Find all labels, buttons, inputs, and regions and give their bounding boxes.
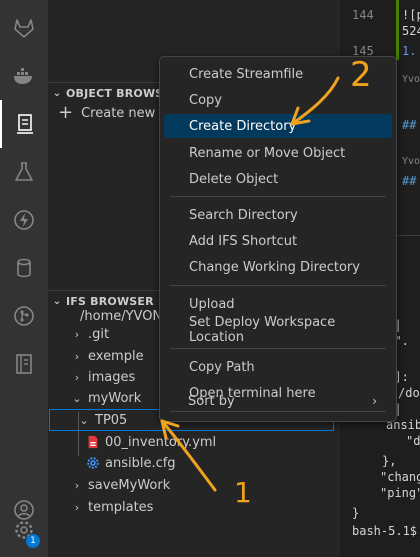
database-icon[interactable] [0, 244, 48, 292]
flask-icon[interactable] [0, 148, 48, 196]
chevron-right-icon: › [372, 394, 377, 408]
terminal-line: /do [398, 386, 420, 400]
menu-item-copy-path[interactable]: Copy Path [164, 355, 392, 379]
menu-item-delete-object[interactable]: Delete Object [164, 167, 392, 191]
chevron-down-icon: ⌄ [72, 391, 82, 405]
terminal-line: }, [382, 454, 397, 468]
git-branch-icon[interactable] [0, 292, 48, 340]
manage-badge: 1 [26, 534, 40, 548]
editor-line: 524 [402, 24, 420, 38]
docker-icon[interactable] [0, 52, 48, 100]
editor-line: ## [402, 118, 417, 132]
terminal-line: "d [406, 434, 420, 448]
ifs-browser-title: IFS BROWSER [66, 295, 154, 308]
plus-icon: + [58, 102, 74, 123]
menu-item-upload[interactable]: Upload [164, 292, 392, 316]
terminal-prompt: bash-5.1$ [352, 524, 418, 538]
terminal-line: "chang [380, 470, 420, 484]
menu-item-search-directory[interactable]: Search Directory [164, 203, 392, 227]
terminal-line: "ping" [380, 486, 420, 500]
menu-item-create-directory[interactable]: Create Directory [164, 114, 392, 138]
chevron-right-icon: › [74, 478, 80, 492]
chevron-right-icon: › [74, 500, 80, 514]
chevron-right-icon: › [74, 349, 80, 363]
chevron-down-icon: ⌄ [79, 413, 89, 427]
menu-item-set-deploy-location[interactable]: Set Deploy Workspace Location [164, 315, 392, 345]
chevron-right-icon: › [74, 370, 80, 384]
menu-item-copy[interactable]: Copy [164, 88, 392, 112]
menu-item-change-working-directory[interactable]: Change Working Directory [164, 255, 392, 279]
ibmi-icon[interactable] [0, 100, 48, 148]
tree-item-ansible-cfg[interactable]: ansible.cfg [48, 452, 340, 474]
settings-file-icon [85, 455, 101, 471]
menu-item-add-ifs-shortcut[interactable]: Add IFS Shortcut [164, 229, 392, 253]
git-gutter-added [396, 0, 399, 60]
terminal-line: } [352, 506, 360, 520]
menu-separator [170, 285, 386, 286]
tree-item-savemywork[interactable]: › saveMyWork [48, 474, 340, 496]
editor-line: ## [402, 174, 417, 188]
context-menu: Create Streamfile Copy Create Directory … [159, 56, 397, 422]
chevron-down-icon: ⌄ [52, 296, 62, 307]
line-number: 144 [352, 8, 374, 22]
menu-separator [170, 348, 386, 349]
editor-line: 1. [402, 44, 417, 58]
gear-icon[interactable]: 1 [0, 506, 48, 554]
menu-item-create-streamfile[interactable]: Create Streamfile [164, 62, 392, 86]
menu-item-sort-by[interactable]: Sort by › [163, 389, 391, 413]
tree-item-inventory[interactable]: 00_inventory.yml [48, 431, 340, 453]
lightning-icon[interactable] [0, 196, 48, 244]
pdf-file-icon [85, 434, 101, 450]
editor-line: Yvo [402, 156, 420, 167]
tree-item-templates[interactable]: › templates [48, 496, 340, 518]
chevron-down-icon: ⌄ [52, 88, 62, 99]
editor-line: ![p [402, 8, 420, 22]
menu-item-rename-or-move[interactable]: Rename or Move Object [164, 141, 392, 165]
editor-line: Yvo [402, 74, 420, 85]
gitlab-icon[interactable] [0, 4, 48, 52]
chevron-right-icon: › [74, 327, 80, 341]
menu-separator [170, 196, 386, 197]
activity-bar: 1 [0, 0, 48, 557]
notebook-icon[interactable] [0, 340, 48, 388]
